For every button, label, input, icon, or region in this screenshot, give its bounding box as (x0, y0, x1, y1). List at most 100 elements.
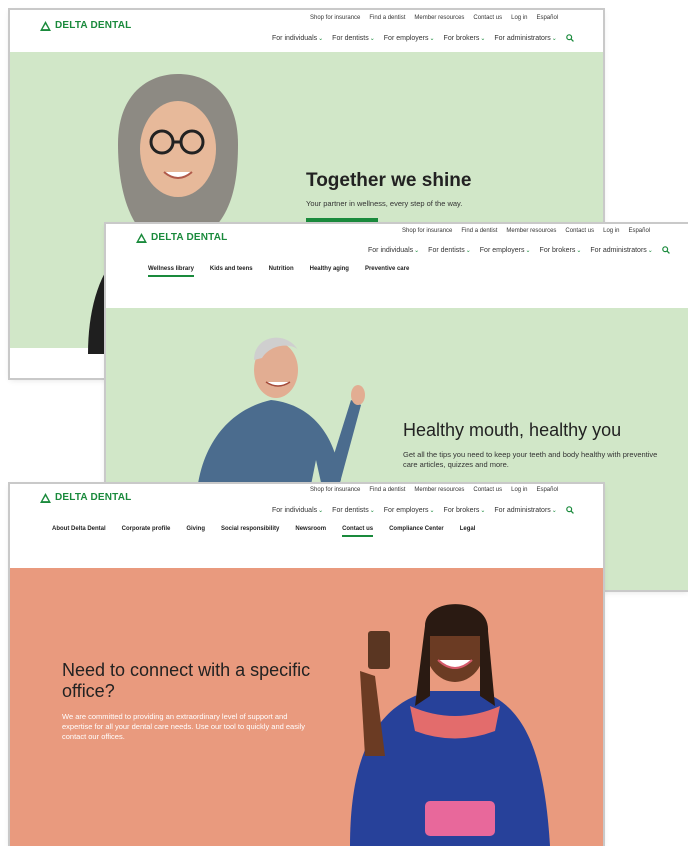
util-login-link[interactable]: Log in (511, 15, 527, 21)
logo-text: DELTA DENTAL (55, 20, 132, 31)
util-espanol-link[interactable]: Español (536, 487, 558, 493)
util-login-link[interactable]: Log in (603, 228, 619, 234)
nav-individuals[interactable]: For individuals⌄ (272, 35, 323, 42)
nav-brokers[interactable]: For brokers⌄ (444, 507, 486, 514)
util-shop-link[interactable]: Shop for insurance (310, 487, 360, 493)
main-nav: For individuals⌄ For dentists⌄ For emplo… (368, 246, 670, 254)
utility-nav: Shop for insurance Find a dentist Member… (310, 487, 558, 493)
util-member-link[interactable]: Member resources (414, 15, 464, 21)
nav-employers[interactable]: For employers⌄ (384, 35, 435, 42)
search-icon[interactable] (566, 34, 574, 42)
util-espanol-link[interactable]: Español (628, 228, 650, 234)
hero-title: Together we shine (306, 170, 472, 191)
chevron-down-icon: ⌄ (480, 507, 486, 514)
nav-individuals[interactable]: For individuals⌄ (368, 247, 419, 254)
nav-label: For dentists (428, 246, 465, 254)
chevron-down-icon: ⌄ (551, 35, 557, 42)
hero-subtitle: Your partner in wellness, every step of … (306, 199, 463, 208)
chevron-down-icon: ⌄ (525, 247, 531, 254)
main-nav: For individuals⌄ For dentists⌄ For emplo… (272, 34, 574, 42)
nav-administrators[interactable]: For administrators⌄ (590, 247, 652, 254)
chevron-down-icon: ⌄ (369, 35, 375, 42)
nav-dentists[interactable]: For dentists⌄ (332, 35, 375, 42)
subnav-contact-us[interactable]: Contact us (342, 526, 374, 537)
util-member-link[interactable]: Member resources (414, 487, 464, 493)
chevron-down-icon: ⌄ (318, 35, 324, 42)
nav-label: For brokers (443, 34, 480, 42)
subnav-about[interactable]: About Delta Dental (52, 526, 106, 537)
nav-brokers[interactable]: For brokers⌄ (540, 247, 582, 254)
nav-label: For employers (383, 506, 429, 514)
nav-administrators[interactable]: For administrators⌄ (494, 507, 556, 514)
delta-triangle-icon (40, 492, 51, 503)
subnav-giving[interactable]: Giving (186, 526, 205, 537)
util-contact-link[interactable]: Contact us (473, 487, 502, 493)
nav-label: For dentists (332, 506, 369, 514)
nav-label: For employers (479, 246, 525, 254)
delta-triangle-icon (136, 232, 147, 243)
util-contact-link[interactable]: Contact us (565, 228, 594, 234)
nav-administrators[interactable]: For administrators⌄ (494, 35, 556, 42)
nav-label: For brokers (539, 246, 576, 254)
subnav-legal[interactable]: Legal (460, 526, 476, 537)
chevron-down-icon: ⌄ (318, 507, 324, 514)
nav-label: For individuals (368, 246, 414, 254)
chevron-down-icon: ⌄ (647, 247, 653, 254)
nav-label: For administrators (590, 246, 647, 254)
util-espanol-link[interactable]: Español (536, 15, 558, 21)
subnav-newsroom[interactable]: Newsroom (295, 526, 326, 537)
util-shop-link[interactable]: Shop for insurance (402, 228, 452, 234)
nav-dentists[interactable]: For dentists⌄ (332, 507, 375, 514)
utility-nav: Shop for insurance Find a dentist Member… (310, 15, 558, 21)
hero-title: Healthy mouth, healthy you (403, 420, 622, 440)
nav-label: For individuals (272, 34, 318, 42)
subnav-kids-teens[interactable]: Kids and teens (210, 266, 253, 277)
chevron-down-icon: ⌄ (576, 247, 582, 254)
nav-employers[interactable]: For employers⌄ (384, 507, 435, 514)
search-icon[interactable] (662, 246, 670, 254)
main-nav: For individuals⌄ For dentists⌄ For emplo… (272, 506, 574, 514)
chevron-down-icon: ⌄ (429, 35, 435, 42)
subnav-wellness-library[interactable]: Wellness library (148, 266, 194, 277)
logo-text: DELTA DENTAL (151, 232, 228, 243)
wellness-subnav: Wellness library Kids and teens Nutritio… (148, 266, 409, 277)
woman-with-phone-photo (350, 604, 550, 846)
nav-dentists[interactable]: For dentists⌄ (428, 247, 471, 254)
delta-dental-logo[interactable]: DELTA DENTAL (136, 232, 227, 243)
subnav-healthy-aging[interactable]: Healthy aging (310, 266, 349, 277)
hero-subtitle: We are committed to providing an extraor… (62, 712, 306, 741)
nav-individuals[interactable]: For individuals⌄ (272, 507, 323, 514)
chevron-down-icon: ⌄ (551, 507, 557, 514)
delta-dental-logo[interactable]: DELTA DENTAL (40, 492, 131, 503)
subnav-social-responsibility[interactable]: Social responsibility (221, 526, 279, 537)
search-icon[interactable] (566, 506, 574, 514)
util-contact-link[interactable]: Contact us (473, 15, 502, 21)
subnav-compliance-center[interactable]: Compliance Center (389, 526, 444, 537)
util-login-link[interactable]: Log in (511, 487, 527, 493)
subnav-corporate-profile[interactable]: Corporate profile (122, 526, 171, 537)
util-find-dentist-link[interactable]: Find a dentist (369, 487, 405, 493)
util-shop-link[interactable]: Shop for insurance (310, 15, 360, 21)
nav-label: For dentists (332, 34, 369, 42)
hero-subtitle: Get all the tips you need to keep your t… (403, 450, 658, 469)
delta-triangle-icon (40, 20, 51, 31)
nav-label: For employers (383, 34, 429, 42)
utility-nav: Shop for insurance Find a dentist Member… (402, 228, 650, 234)
subnav-nutrition[interactable]: Nutrition (269, 266, 294, 277)
chevron-down-icon: ⌄ (465, 247, 471, 254)
nav-employers[interactable]: For employers⌄ (480, 247, 531, 254)
delta-dental-logo[interactable]: DELTA DENTAL (40, 20, 131, 31)
logo-text: DELTA DENTAL (55, 492, 132, 503)
util-find-dentist-link[interactable]: Find a dentist (461, 228, 497, 234)
util-member-link[interactable]: Member resources (506, 228, 556, 234)
chevron-down-icon: ⌄ (414, 247, 420, 254)
subnav-preventive-care[interactable]: Preventive care (365, 266, 409, 277)
util-find-dentist-link[interactable]: Find a dentist (369, 15, 405, 21)
screenshot-contact-us: DELTA DENTAL Shop for insurance Find a d… (10, 484, 603, 846)
hero-title: Need to connect with a specific office? (62, 660, 311, 701)
chevron-down-icon: ⌄ (369, 507, 375, 514)
nav-label: For individuals (272, 506, 318, 514)
chevron-down-icon: ⌄ (480, 35, 486, 42)
nav-label: For administrators (494, 506, 551, 514)
nav-brokers[interactable]: For brokers⌄ (444, 35, 486, 42)
